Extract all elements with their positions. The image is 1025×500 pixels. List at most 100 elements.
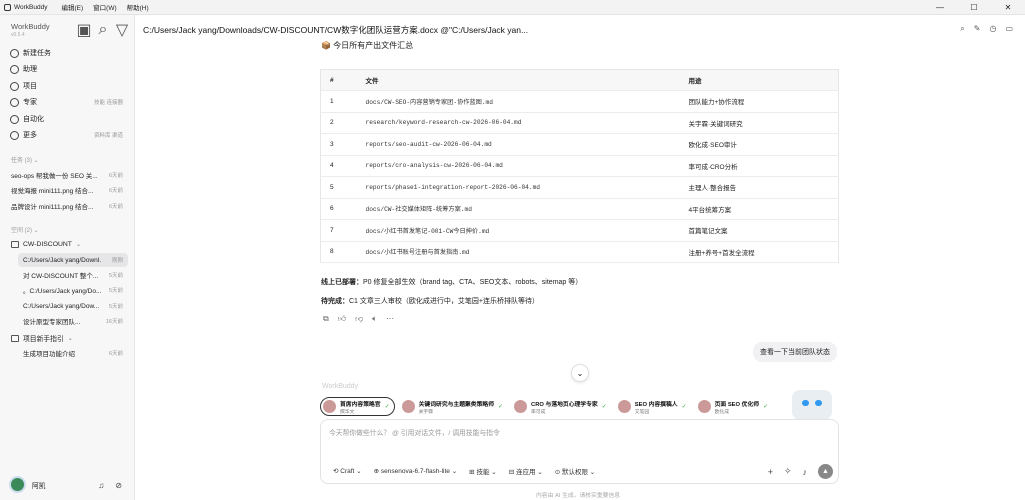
folder-icon <box>10 81 19 91</box>
search-icon[interactable]: ⌕ <box>960 24 964 34</box>
sidebar-toggle-icon[interactable]: ▣ <box>76 22 91 39</box>
project-item[interactable]: C:/Users/Jack yang/Downl... 刚刚 <box>18 253 128 267</box>
add-icon[interactable]: + <box>768 467 773 477</box>
grid-icon <box>10 130 19 140</box>
menu-bar: WorkBuddy 编辑(E) 窗口(W) 帮助(H) — ☐ ✕ <box>0 0 1025 15</box>
agent-chip[interactable]: SEO 内容撰稿人 艾笔园 ✓ <box>616 397 691 416</box>
row-number: 1 <box>320 90 357 113</box>
agent-name: CRO 与落地页心理学专家 <box>531 401 598 408</box>
thumbs-down-icon[interactable]: 👎︎ <box>355 314 363 324</box>
table-row: 5 reports/phase1-integration-report-2026-… <box>320 176 839 199</box>
sidebar-version: v0.5.4 <box>11 32 25 38</box>
permission-select[interactable]: ⊙ 默认权限 ⌄ <box>555 466 596 476</box>
row-file: reports/seo-audit-cw-2026-06-04.md <box>356 133 680 156</box>
bell-icon[interactable]: ♪ <box>803 467 808 477</box>
row-purpose: 欧化成·SEO审计 <box>679 133 839 156</box>
skill-select[interactable]: ⊞ 技能 ⌄ <box>469 466 497 476</box>
agent-role: 欧化成 <box>714 409 730 415</box>
row-purpose: 率可成·CRO分析 <box>679 155 839 177</box>
project-item[interactable]: C:/Users/Jack yang/Dow... 5天前 <box>18 299 128 313</box>
settings-icon[interactable]: ⊘ <box>115 481 122 490</box>
bell-icon[interactable]: ♫ <box>98 481 104 490</box>
pending-note: 待完成：C1 文章三人审校（欧化成进行中，艾笔园+连乐桥排队等待） <box>321 298 539 305</box>
deployed-note: 线上已部署：P0 修复全部生效（brand tag、CTA、SEO文本、robo… <box>321 279 583 286</box>
row-file: docs/小红书首发笔记-001-CW今日抻价.md <box>356 219 680 242</box>
nav-more[interactable]: 更多 资料库 渠道 <box>0 128 135 142</box>
project-item[interactable]: 设计原型专家团队... 16天前 <box>18 314 128 328</box>
avatar <box>323 400 336 413</box>
mode-select[interactable]: ⟲ Craft ⌄ <box>333 467 362 475</box>
project-guide[interactable]: 项目新手指引 ⌄ <box>0 331 135 345</box>
table-row: 8 docs/小红书账号注册与首发指南.md 注册+养号+首发全流程 <box>320 241 839 263</box>
nav-projects[interactable]: 项目 <box>0 79 135 93</box>
sidebar-brand: WorkBuddy <box>11 22 50 31</box>
maximize-button[interactable]: ☐ <box>957 0 991 15</box>
task-item[interactable]: 品牌设计 mini111.png 结合... 6天前 <box>0 199 135 212</box>
nav-assistant[interactable]: 助理 <box>0 62 135 76</box>
table-header-row: # 文件 用途 <box>320 69 839 91</box>
close-window-button[interactable]: ✕ <box>991 0 1025 15</box>
user-profile[interactable]: 阿凯 <box>9 476 46 493</box>
watermark: WorkBuddy <box>322 383 359 390</box>
row-file: research/keyword-research-cw-2026-06-04.… <box>356 112 680 134</box>
row-purpose: 注册+养号+首发全流程 <box>679 241 839 263</box>
sidebar: WorkBuddy v0.5.4 ▣ ⌕ ▽ 新建任务 助理 项目 专家 技能 连… <box>0 15 135 500</box>
nav-automation[interactable]: 自动化 <box>0 112 135 126</box>
avatar <box>697 400 711 413</box>
menu-window[interactable]: 窗口(W) <box>93 2 116 12</box>
speaker-icon[interactable]: 🔈︎ <box>372 314 377 324</box>
check-icon: ✓ <box>498 404 504 410</box>
task-item[interactable]: 视觉海报 mini111.png 结合... 6天前 <box>0 183 135 196</box>
app-logo-icon <box>4 3 11 11</box>
project-item[interactable]: 生成项目功能介绍 6天前 <box>18 346 128 360</box>
row-file: docs/CW-SEO-内容营销专家团-协作蓝图.md <box>356 90 680 113</box>
row-number: 5 <box>320 176 357 199</box>
row-purpose: 团队能力+协作流程 <box>679 90 839 113</box>
search-icon[interactable]: ⌕ <box>98 21 108 38</box>
row-number: 7 <box>320 219 357 242</box>
row-file: reports/phase1-integration-report-2026-0… <box>356 176 680 199</box>
task-item[interactable]: seo-ops 帮我做一份 SEO 关... 6天前 <box>0 168 135 181</box>
send-button[interactable]: ▲ <box>818 464 833 479</box>
agent-chip[interactable]: 关键词研究与主题聚类策略师 关宇霖 ✓ <box>400 397 507 416</box>
history-icon[interactable]: ◷ <box>989 24 996 34</box>
composer[interactable]: 今天帮你做些什么？ @ 引用对话文件，/ 调用技能与指令 ⟲ Craft ⌄ ⊕… <box>320 419 839 484</box>
filter-icon[interactable]: ▽ <box>116 22 128 39</box>
agent-chip[interactable]: 首席内容策略官 撰华文 ✓ <box>320 397 395 416</box>
minimize-button[interactable]: — <box>923 0 957 15</box>
project-item[interactable]: 对 CW-DISCOUNT 整个... 5天前 <box>18 268 128 282</box>
row-file: docs/小红书账号注册与首发指南.md <box>356 241 680 263</box>
nav-experts[interactable]: 专家 技能 连接器 <box>0 95 135 109</box>
thumbs-up-icon[interactable]: 👍︎ <box>338 314 346 324</box>
scroll-down-button[interactable]: ⌄ <box>571 364 589 382</box>
tasks-header[interactable]: 任务 (3) ⌄ <box>11 155 39 164</box>
row-file: reports/cro-analysis-cw-2026-06-04.md <box>356 155 680 177</box>
row-purpose: 首篇笔记文案 <box>679 219 839 242</box>
sparkle-icon[interactable]: ✧ <box>784 466 792 477</box>
check-icon: ✓ <box>681 404 687 410</box>
panel-icon[interactable]: ▭ <box>1005 24 1013 34</box>
edit-icon[interactable]: ✎ <box>974 24 981 34</box>
col-number: # <box>320 69 357 91</box>
more-icon[interactable]: ⋯ <box>386 314 394 324</box>
connector-select[interactable]: ⊟ 连应用 ⌄ <box>509 466 543 476</box>
menu-edit[interactable]: 编辑(E) <box>61 2 83 12</box>
agent-strip: 首席内容策略官 撰华文 ✓ 关键词研究与主题聚类策略师 关宇霖 ✓ CRO 与落地页心理学专… <box>320 397 777 416</box>
row-number: 6 <box>320 198 357 220</box>
model-select[interactable]: ⊕ sensenova-6.7-flash-lite ⌄ <box>374 467 458 475</box>
projects-header[interactable]: 空间 (2) ⌄ <box>11 225 39 234</box>
agent-chip[interactable]: CRO 与落地页心理学专家 率可成 ✓ <box>512 397 611 416</box>
agent-chip[interactable]: 页面 SEO 优化师 欧化成 ✓ <box>696 397 772 416</box>
copy-icon[interactable]: ⧉ <box>323 314 329 324</box>
row-file: docs/CW-社交媒体矩阵-统筹方案.md <box>356 198 680 220</box>
chat-input[interactable]: 今天帮你做些什么？ @ 引用对话文件，/ 调用技能与指令 <box>329 427 500 437</box>
robot-mascot <box>792 390 832 420</box>
row-number: 3 <box>320 133 357 156</box>
project-cw-discount[interactable]: CW-DISCOUNT ⌄ <box>0 237 135 251</box>
table-row: 6 docs/CW-社交媒体矩阵-统筹方案.md 4平台统筹方案 <box>320 198 839 220</box>
nav-new-task[interactable]: 新建任务 <box>0 46 135 60</box>
chevron-down-icon: ⌄ <box>75 241 81 248</box>
menu-help[interactable]: 帮助(H) <box>127 2 149 12</box>
folder-icon <box>11 334 19 342</box>
project-item[interactable]: 。C:/Users/Jack yang/Do... 5天前 <box>18 283 128 297</box>
